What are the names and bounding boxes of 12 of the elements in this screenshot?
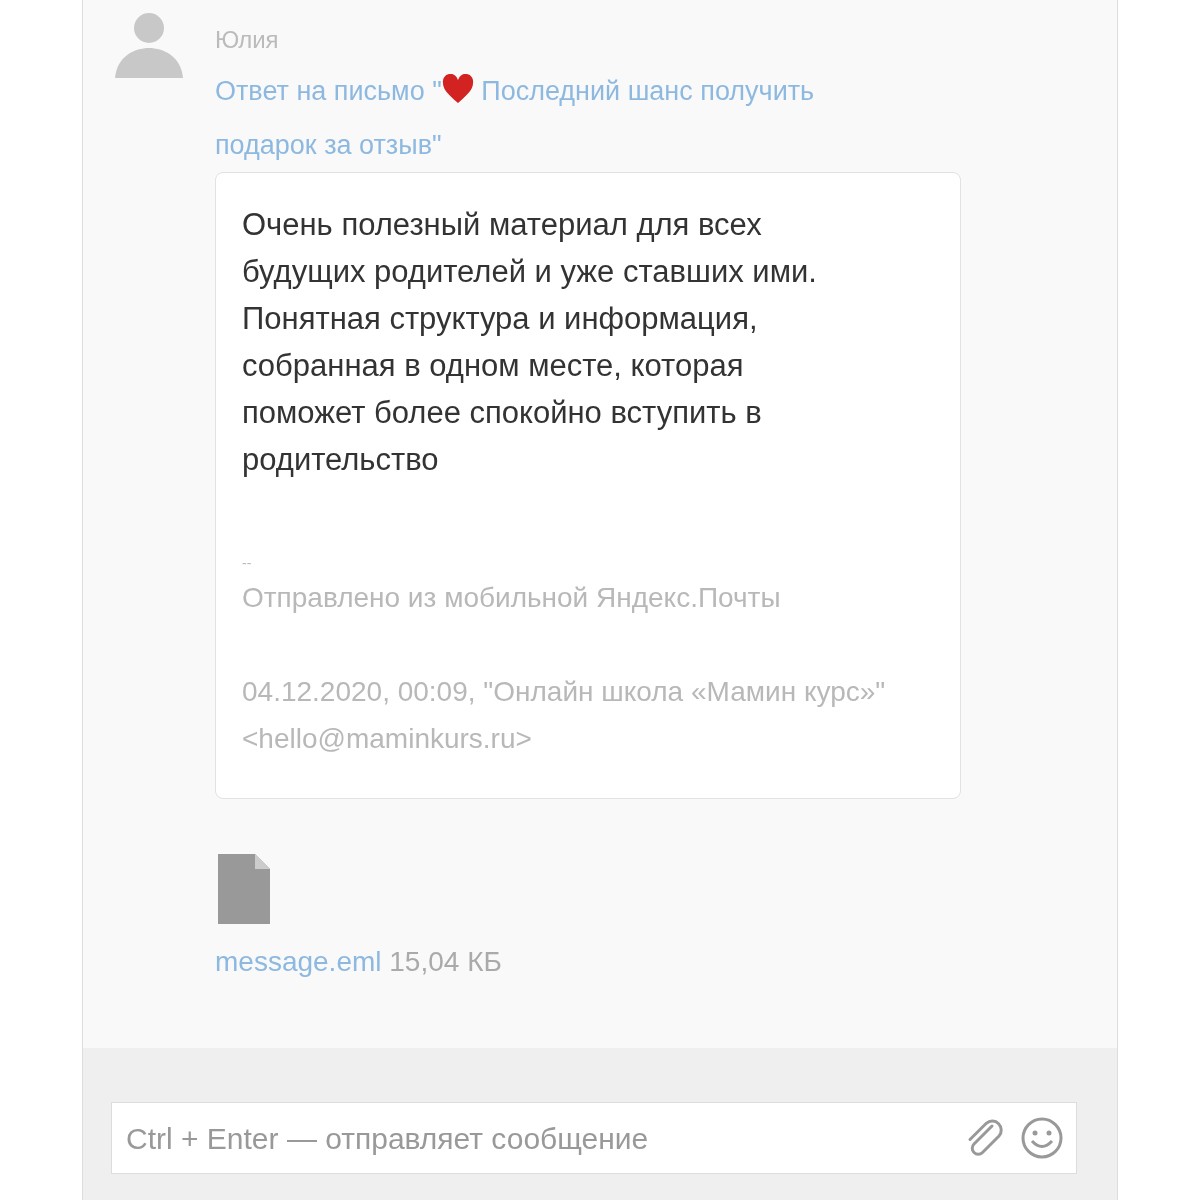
smiley-icon[interactable] bbox=[1020, 1116, 1064, 1160]
file-icon bbox=[215, 851, 273, 927]
subject-link[interactable]: Ответ на письмо " Последний шанс получить подарок за отзыв" bbox=[215, 64, 865, 172]
message-field[interactable]: Ctrl + Enter — отправляет сообщение bbox=[111, 1102, 1077, 1174]
signature-separator: -- bbox=[242, 554, 253, 573]
quote-header: 04.12.2020, 00:09, "Онлайн школа «Мамин курс»" <hello@maminkurs.ru> bbox=[242, 675, 887, 756]
sender-name: Юлия bbox=[215, 25, 280, 55]
signature-text: Отправлено из мобильной Яндекс.Почты bbox=[242, 581, 782, 615]
file-size: 15,04 КБ bbox=[389, 946, 502, 977]
message-text: Очень полезный материал для всех будущих родителей и уже ставших ими. Понятная структура и информация, собранная в одном месте, которая поможет более спокойно вступить в родительство bbox=[242, 206, 818, 479]
heart-icon bbox=[441, 74, 474, 104]
attachment-link[interactable]: message.eml bbox=[215, 946, 382, 977]
